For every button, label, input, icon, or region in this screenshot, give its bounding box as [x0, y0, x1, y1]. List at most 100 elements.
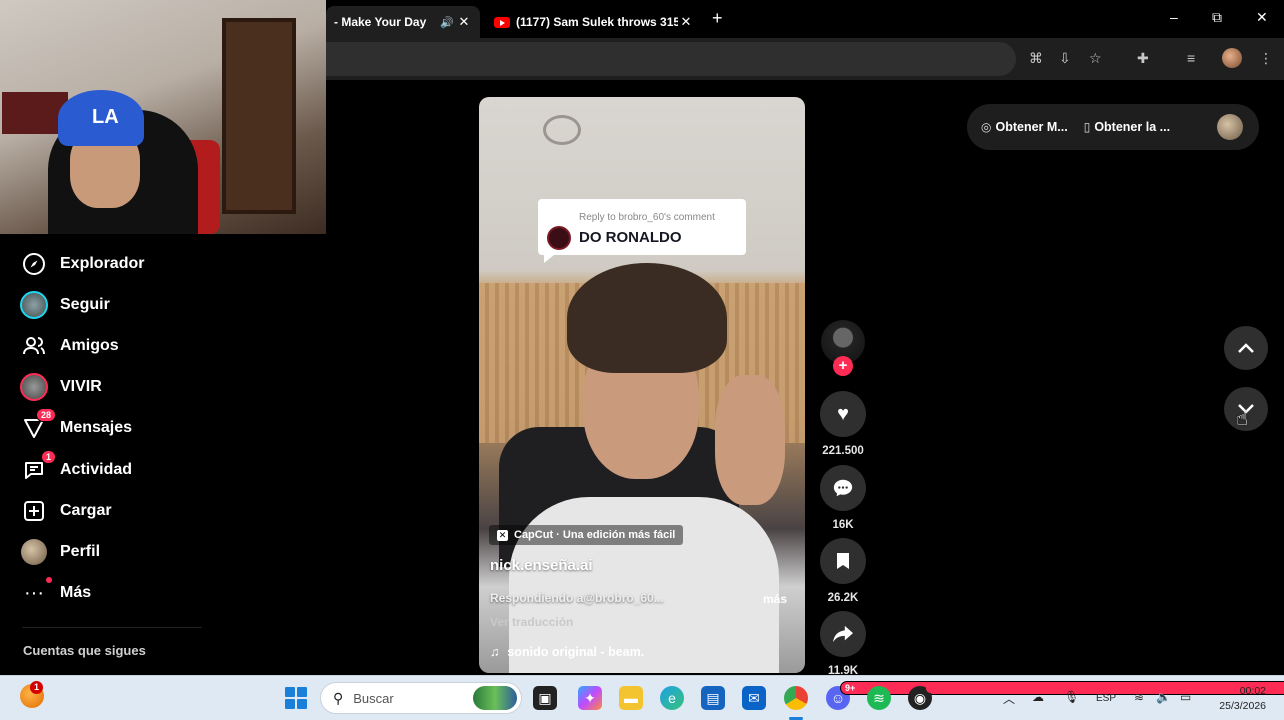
store-icon[interactable]: ▤	[701, 686, 725, 710]
bookmark-icon[interactable]	[820, 538, 866, 584]
music-note-icon: ♫	[490, 645, 500, 659]
menu-kebab-icon[interactable]: ⋮	[1259, 50, 1273, 67]
system-clock[interactable]: 00:02 25/3/2026	[1219, 684, 1266, 714]
compass-icon	[18, 248, 50, 280]
close-tab-icon[interactable]: ✕	[678, 14, 694, 30]
sidebar-item-explorador[interactable]: Explorador	[18, 246, 298, 282]
windows-taskbar: 1 ⚲ Buscar ▣ ✦ ▬ e ▤ ✉ ☺ 9+ ≋ ◉ ︿ ☁ 🎙 ES…	[0, 675, 1284, 720]
sidebar-item-seguir[interactable]: Seguir	[18, 287, 298, 323]
sidebar-item-label: Actividad	[60, 461, 133, 478]
live-avatar-icon	[18, 371, 50, 403]
tab-youtube[interactable]: (1177) Sam Sulek throws 315 - ✕	[486, 6, 702, 38]
file-explorer-icon[interactable]: ▬	[619, 686, 643, 710]
wifi-icon[interactable]: ≋	[1134, 690, 1144, 704]
minimize-button[interactable]: –	[1170, 9, 1178, 25]
capcut-label: CapCut · Una edición más fácil	[514, 529, 676, 541]
address-bar[interactable]	[326, 42, 1016, 76]
battery-icon[interactable]: ▭	[1180, 690, 1191, 704]
reply-text: DO RONALDO	[579, 229, 682, 246]
more-icon: ···	[18, 577, 52, 609]
friends-icon	[18, 330, 50, 362]
comment-icon[interactable]	[820, 465, 866, 511]
extensions-icon[interactable]: ✚	[1137, 50, 1149, 67]
language-indicator[interactable]: ESP	[1096, 693, 1116, 704]
close-window-button[interactable]: ✕	[1256, 9, 1268, 26]
sidebar-item-actividad[interactable]: 1 Actividad	[18, 450, 298, 488]
sidebar-item-amigos[interactable]: Amigos	[18, 328, 298, 364]
video-hand	[715, 375, 785, 505]
reply-meta: Reply to brobro_60's comment	[579, 212, 715, 223]
video-player[interactable]: Reply to brobro_60's comment DO RONALDO …	[479, 97, 805, 673]
translate-icon[interactable]: ⌘	[1029, 50, 1043, 67]
follow-plus-icon[interactable]: +	[833, 356, 853, 376]
sidebar-item-label: Cargar	[60, 502, 112, 519]
profile-avatar[interactable]	[1222, 48, 1242, 68]
capcut-tag[interactable]: ✕ CapCut · Una edición más fácil	[489, 525, 684, 545]
sidebar-item-label: Explorador	[60, 255, 145, 272]
search-icon: ⚲	[333, 689, 344, 706]
get-app-button[interactable]: ◎ Obtener M...	[981, 120, 1068, 134]
restore-button[interactable]: ⧉	[1212, 9, 1222, 26]
previous-video-button[interactable]	[1224, 326, 1268, 370]
volume-icon[interactable]: 🔈	[1156, 690, 1171, 704]
share-icon[interactable]	[820, 611, 866, 657]
user-avatar[interactable]	[1217, 114, 1243, 140]
sidebar-item-perfil[interactable]: Perfil	[18, 534, 298, 570]
share-action[interactable]: 11.9K	[820, 611, 866, 677]
music-title: sonido original - beam.	[507, 645, 645, 659]
sidebar-item-vivir[interactable]: VIVIR	[18, 369, 298, 405]
tab-make-your-day[interactable]: - Make Your Day 🔊 ✕	[326, 6, 480, 38]
recording-dot	[926, 684, 935, 693]
bookmark-star-icon[interactable]: ☆	[1089, 50, 1102, 67]
speaker-icon[interactable]: 🔊	[440, 16, 456, 29]
task-view-icon[interactable]: ▣	[533, 686, 557, 710]
video-ceiling-lamp	[543, 115, 581, 145]
sidebar-item-mensajes[interactable]: 28 Mensajes	[18, 408, 298, 446]
outlook-icon[interactable]: ✉	[742, 686, 766, 710]
video-author[interactable]: nick.enseña.ai	[490, 557, 593, 574]
spotify-icon[interactable]: ≋	[867, 686, 891, 710]
tab-title: (1177) Sam Sulek throws 315 -	[516, 15, 678, 29]
translate-link[interactable]: Ver traducción	[490, 615, 573, 629]
avatar	[21, 539, 47, 565]
tiktok-icon: ◎	[981, 120, 992, 134]
microphone-icon[interactable]: 🎙	[1064, 690, 1079, 704]
upload-icon	[18, 495, 50, 527]
video-hair	[567, 263, 727, 373]
new-tab-button[interactable]: +	[712, 8, 723, 29]
install-app-icon[interactable]: ⇩	[1059, 50, 1071, 67]
sidebar-item-label: Más	[60, 584, 92, 601]
sidebar-item-cargar[interactable]: Cargar	[18, 493, 298, 529]
webcam-overlay: LA	[0, 0, 326, 234]
browser-toolbar: ⌘ ⇩ ☆ ✚ ≡ ⋮	[326, 38, 1284, 80]
media-control-icon[interactable]: ≡	[1187, 50, 1195, 66]
search-highlight-icon	[473, 686, 517, 710]
get-app-pill: ◎ Obtener M... ▯ Obtener la ...	[967, 104, 1259, 150]
comment-action[interactable]: 16K	[820, 465, 866, 531]
like-action[interactable]: ♥ 221.500	[820, 391, 866, 457]
like-count: 221.500	[822, 445, 864, 457]
more-link[interactable]: más	[763, 592, 787, 606]
windows-start-icon[interactable]	[285, 687, 307, 709]
close-tab-icon[interactable]: ✕	[456, 14, 472, 30]
chevron-up-icon[interactable]: ︿	[1003, 690, 1015, 707]
music-info[interactable]: ♫ sonido original - beam.	[490, 645, 644, 659]
sidebar-item-label: Mensajes	[60, 419, 133, 436]
profile-avatar-icon	[18, 536, 50, 568]
capcut-icon: ✕	[497, 529, 508, 541]
comment-count: 16K	[832, 519, 854, 531]
sidebar-item-mas[interactable]: ··· Más	[18, 575, 298, 611]
activity-icon: 1	[18, 450, 56, 486]
get-mobile-app-button[interactable]: ▯ Obtener la ...	[1084, 120, 1170, 134]
sidebar: Explorador Seguir Amigos VIVIR 28 Mensaj…	[0, 234, 326, 674]
weather-badge: 1	[30, 681, 43, 694]
save-action[interactable]: 26.2K	[820, 538, 866, 604]
edge-icon[interactable]: e	[660, 686, 684, 710]
heart-icon[interactable]: ♥	[820, 391, 866, 437]
chrome-icon[interactable]	[784, 686, 808, 710]
cloud-icon[interactable]: ☁	[1032, 690, 1044, 704]
copilot-icon[interactable]: ✦	[578, 686, 602, 710]
taskbar-search[interactable]: ⚲ Buscar	[320, 682, 522, 714]
search-placeholder: Buscar	[353, 690, 394, 706]
avatar	[20, 291, 48, 319]
